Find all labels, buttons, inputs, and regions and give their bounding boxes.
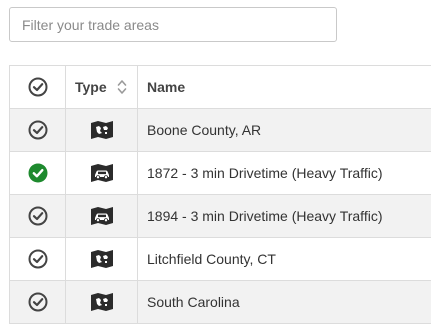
row-type-cell bbox=[65, 108, 138, 152]
name-header-label: Name bbox=[147, 79, 186, 95]
trade-area-name: 1872 - 3 min Drivetime (Heavy Traffic) bbox=[147, 165, 383, 181]
table-row[interactable]: 1872 - 3 min Drivetime (Heavy Traffic) bbox=[9, 151, 431, 195]
row-name-cell[interactable]: Boone County, AR bbox=[137, 108, 431, 152]
row-select-cell[interactable] bbox=[9, 194, 66, 238]
trade-area-name: Boone County, AR bbox=[147, 122, 262, 138]
row-type-cell bbox=[65, 280, 138, 324]
row-select-cell[interactable] bbox=[9, 108, 66, 152]
map-icon bbox=[90, 250, 114, 268]
row-select-cell[interactable] bbox=[9, 280, 66, 324]
checked-circle-icon[interactable] bbox=[28, 163, 48, 183]
select-all-check-icon[interactable] bbox=[28, 77, 48, 97]
trade-area-name: Litchfield County, CT bbox=[147, 251, 276, 267]
trade-area-name: South Carolina bbox=[147, 294, 240, 310]
select-all-header[interactable] bbox=[9, 65, 66, 109]
trade-area-filter-input[interactable] bbox=[9, 7, 337, 42]
row-select-cell[interactable] bbox=[9, 151, 66, 195]
type-header-label: Type bbox=[75, 79, 107, 95]
row-name-cell[interactable]: South Carolina bbox=[137, 280, 431, 324]
row-type-cell bbox=[65, 237, 138, 281]
table-row[interactable]: Boone County, AR bbox=[9, 108, 431, 152]
row-type-cell bbox=[65, 151, 138, 195]
trade-area-name: 1894 - 3 min Drivetime (Heavy Traffic) bbox=[147, 208, 383, 224]
map-icon bbox=[90, 293, 114, 311]
map-icon bbox=[90, 121, 114, 139]
row-name-cell[interactable]: 1894 - 3 min Drivetime (Heavy Traffic) bbox=[137, 194, 431, 238]
trade-areas-table: Type Name Boone County, AR 1872 - 3 min D… bbox=[9, 65, 431, 324]
check-circle-icon[interactable] bbox=[28, 292, 48, 312]
check-circle-icon[interactable] bbox=[28, 206, 48, 226]
name-column-header[interactable]: Name bbox=[137, 65, 431, 109]
check-circle-icon[interactable] bbox=[28, 249, 48, 269]
car-icon bbox=[90, 164, 114, 182]
sort-icon[interactable] bbox=[117, 79, 127, 95]
table-header-row: Type Name bbox=[9, 65, 431, 109]
row-type-cell bbox=[65, 194, 138, 238]
row-select-cell[interactable] bbox=[9, 237, 66, 281]
row-name-cell[interactable]: 1872 - 3 min Drivetime (Heavy Traffic) bbox=[137, 151, 431, 195]
check-circle-icon[interactable] bbox=[28, 120, 48, 140]
car-icon bbox=[90, 207, 114, 225]
table-row[interactable]: South Carolina bbox=[9, 280, 431, 324]
row-name-cell[interactable]: Litchfield County, CT bbox=[137, 237, 431, 281]
type-column-header[interactable]: Type bbox=[65, 65, 138, 109]
table-row[interactable]: 1894 - 3 min Drivetime (Heavy Traffic) bbox=[9, 194, 431, 238]
table-row[interactable]: Litchfield County, CT bbox=[9, 237, 431, 281]
